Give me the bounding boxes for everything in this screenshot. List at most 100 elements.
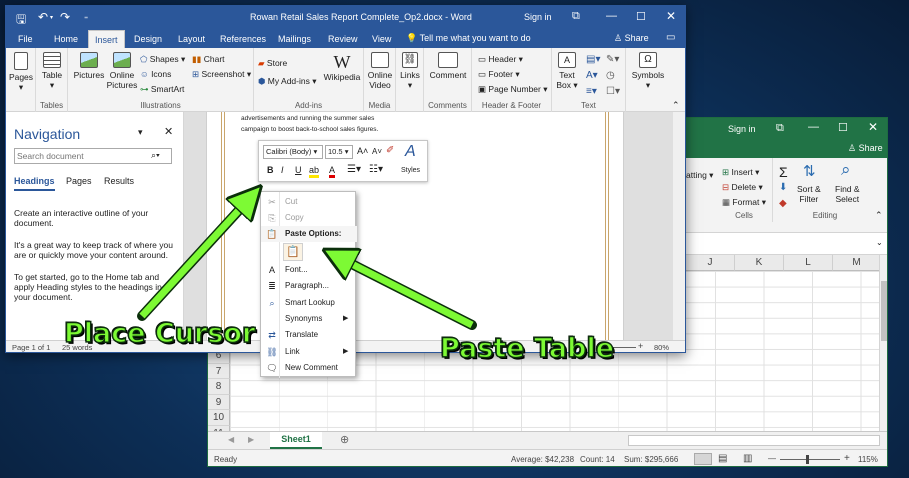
tab-mailings[interactable]: Mailings [276,30,313,48]
vertical-scrollbar[interactable] [879,255,887,431]
collapse-ribbon-icon[interactable]: ⌃ [672,100,680,111]
maximize-icon[interactable]: ☐ [838,121,848,134]
numbering-icon[interactable]: ☷▾ [369,164,383,175]
menu-item-smart-lookup[interactable]: ⌕ Smart Lookup [261,295,357,311]
nav-search-box[interactable]: ⌕▾ [14,148,172,164]
prev-sheet-icon[interactable]: ◀ [228,435,234,444]
styles-icon[interactable]: A [405,143,416,161]
text-box-button[interactable]: A Text Box ▾ [554,52,580,90]
bold-icon[interactable]: B [267,165,274,175]
normal-view-icon[interactable] [694,453,712,465]
date-time-icon[interactable]: ◷ [606,70,615,81]
pictures-button[interactable]: Pictures [72,52,106,80]
shapes-button[interactable]: ⬠ Shapes ▾ [140,54,185,65]
redo-icon[interactable]: ↷ [60,10,70,24]
menu-item-paragraph[interactable]: ≣ Paragraph... [261,278,357,294]
tab-design[interactable]: Design [132,30,164,48]
excel-share-button[interactable]: ♙ Share [848,143,883,154]
sort-filter-button[interactable]: Sort & Filter [797,184,821,204]
menu-item-synonyms[interactable]: Synonyms ▶ [261,311,357,327]
store-button[interactable]: ▰ Store [258,58,287,69]
menu-item-font[interactable]: A Font... [261,262,357,278]
format-painter-icon[interactable]: ✐ [386,145,394,156]
table-button[interactable]: Table ▾ [38,52,66,90]
find-select-button[interactable]: Find & Select [835,184,860,204]
delete-cells-button[interactable]: ⊟ Delete ▾ [722,182,763,193]
drop-cap-icon[interactable]: ≡▾ [586,86,597,97]
bullets-icon[interactable]: ☰▾ [347,164,361,175]
search-icon[interactable]: ⌕▾ [151,150,160,161]
doc-vertical-scrollbar[interactable] [673,112,685,340]
undo-icon[interactable]: ↶ [38,10,48,24]
excel-signin[interactable]: Sign in [728,124,756,134]
scroll-thumb[interactable] [881,281,887,341]
font-size-box[interactable]: 10.5 ▾ [325,145,353,159]
object-icon[interactable]: ☐▾ [606,86,620,97]
tab-file[interactable]: File [16,30,35,48]
font-name-box[interactable]: Calibri (Body) ▾ [263,145,323,159]
links-button[interactable]: ⛓ Links ▾ [397,52,423,90]
zoom-out-icon[interactable]: — [768,454,776,463]
italic-icon[interactable]: I [281,165,284,175]
zoom-in-icon[interactable]: + [638,341,643,351]
screenshot-button[interactable]: ⊞ Screenshot ▾ [192,69,251,80]
minimize-icon[interactable]: — [808,121,819,133]
nav-close-icon[interactable]: ✕ [164,125,173,138]
search-input[interactable] [17,150,145,162]
menu-item-cut[interactable]: ✂ Cut [261,194,357,210]
word-zoom-level[interactable]: 80% [654,343,669,352]
shrink-font-icon[interactable]: A˅ [372,147,382,156]
conditional-formatting-partial[interactable]: atting ▾ [686,170,713,181]
signature-line-icon[interactable]: ✎▾ [606,54,619,65]
chart-button[interactable]: ▮▮ Chart [192,54,225,65]
highlight-icon[interactable]: ab [309,165,320,178]
ribbon-display-icon[interactable]: ⧉ [572,10,580,23]
column-header-k[interactable]: K [735,255,784,271]
page-break-view-icon[interactable]: ▥ [743,453,752,464]
column-header-j[interactable]: J [686,255,735,271]
format-cells-button[interactable]: ▦ Format ▾ [722,197,766,208]
fill-icon[interactable]: ⬇ [779,182,787,193]
tab-home[interactable]: Home [52,30,80,48]
comments-pane-icon[interactable]: ▭ [666,32,675,43]
grow-font-icon[interactable]: A˄ [357,146,368,156]
add-sheet-icon[interactable]: ⊕ [340,433,349,446]
undo-dropdown-icon[interactable]: ▾ [50,14,53,21]
nav-options-icon[interactable]: ▾ [138,127,143,138]
header-button[interactable]: ▭ Header ▾ [478,54,523,65]
nav-tab-pages[interactable]: Pages [66,176,92,186]
menu-item-link[interactable]: ⛓ Link ▶ [261,344,357,360]
horizontal-scrollbar[interactable] [628,435,880,446]
tab-review[interactable]: Review [326,30,360,48]
page-layout-view-icon[interactable]: ▤ [718,453,727,464]
tab-references[interactable]: References [218,30,268,48]
save-icon[interactable]: 🖫 [16,10,26,31]
zoom-slider[interactable] [780,459,840,460]
autosum-icon[interactable]: Σ [779,164,788,180]
menu-item-translate[interactable]: ⇄ Translate [261,327,357,343]
maximize-icon[interactable]: ☐ [636,10,646,23]
row-header[interactable]: 8 [208,379,230,395]
column-header-l[interactable]: L [784,255,833,271]
symbols-button[interactable]: Ω Symbols ▾ [628,52,668,90]
my-addins-button[interactable]: ⬢ My Add-ins ▾ [258,76,316,87]
tell-me-box[interactable]: 💡 Tell me what you want to do [406,33,531,44]
wikipedia-button[interactable]: W Wikipedia [322,52,362,82]
insert-cells-button[interactable]: ⊞ Insert ▾ [722,167,759,178]
wordart-icon[interactable]: A▾ [586,70,598,81]
sheet-tab-sheet1[interactable]: Sheet1 [270,432,322,449]
clear-icon[interactable]: ◆ [779,198,787,209]
keep-text-only-paste-icon[interactable]: 📋 [283,243,303,261]
row-header[interactable]: 7 [208,363,230,380]
status-page-count[interactable]: Page 1 of 1 [12,343,50,352]
footer-button[interactable]: ▭ Footer ▾ [478,69,520,80]
page-number-button[interactable]: ▣ Page Number ▾ [478,84,548,95]
font-color-icon[interactable]: A [329,165,336,178]
tab-insert[interactable]: Insert [88,30,125,48]
nav-tab-results[interactable]: Results [104,176,134,186]
word-share-button[interactable]: ♙ Share [614,33,649,44]
tab-layout[interactable]: Layout [176,30,207,48]
close-icon[interactable]: ✕ [868,120,878,134]
word-signin[interactable]: Sign in [524,12,552,22]
menu-item-new-comment[interactable]: 🗨 New Comment [261,360,357,376]
